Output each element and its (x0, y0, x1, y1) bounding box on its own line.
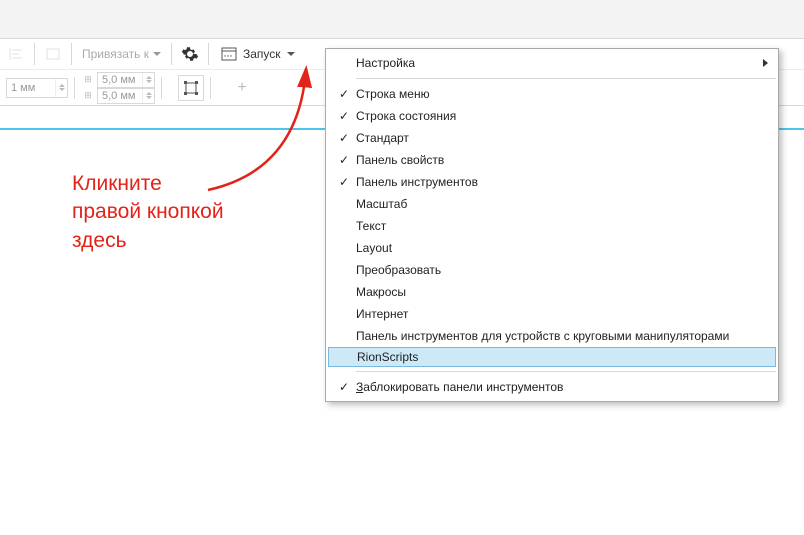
snap-dropdown[interactable]: Привязать к (78, 42, 165, 66)
nudge-group: ⊞ 5,0 мм ⊞ 5,0 мм (81, 72, 155, 104)
menu-item[interactable]: Преобразовать (326, 259, 778, 281)
menu-label: Layout (356, 241, 760, 255)
nudge-x-input[interactable]: 5,0 мм (97, 72, 155, 88)
chevron-right-icon (763, 59, 768, 67)
menu-item[interactable]: ✓Строка меню (326, 83, 778, 105)
menu-item[interactable]: ✓Панель инструментов (326, 171, 778, 193)
menu-label: RionScripts (357, 350, 757, 364)
snap-label: Привязать к (82, 47, 149, 61)
nudge-y-value: 5,0 мм (102, 90, 142, 102)
stepper-arrows[interactable] (142, 73, 154, 87)
rectangle-icon[interactable] (41, 42, 65, 66)
menu-item[interactable]: ✓Строка состояния (326, 105, 778, 127)
checkmark-icon: ✓ (332, 87, 356, 101)
unit-value: 1 мм (11, 82, 55, 94)
stepper-arrows[interactable] (55, 79, 67, 97)
plus-icon[interactable]: + (229, 75, 255, 101)
menu-lock-toolbars[interactable]: ✓ Заблокировать панели инструментов (326, 376, 778, 398)
menu-customize[interactable]: Настройка (326, 52, 778, 74)
menu-item[interactable]: ✓Панель свойств (326, 149, 778, 171)
menu-label: Панель свойств (356, 153, 760, 167)
menu-label: Панель инструментов (356, 175, 760, 189)
nudge-y-icon: ⊞ (81, 90, 95, 101)
separator (161, 77, 162, 99)
stepper-arrows[interactable] (142, 89, 154, 103)
hint-line-1: Кликните (72, 170, 224, 198)
menu-item[interactable]: Интернет (326, 303, 778, 325)
checkmark-icon: ✓ (332, 380, 356, 394)
title-bar-area (0, 0, 804, 38)
menu-item[interactable]: Макросы (326, 281, 778, 303)
hint-line-3: здесь (72, 227, 224, 255)
chevron-down-icon (153, 52, 161, 56)
separator (74, 77, 75, 99)
menu-item[interactable]: Текст (326, 215, 778, 237)
frame-icon[interactable] (178, 75, 204, 101)
launch-button[interactable]: Запуск (215, 42, 301, 66)
menu-label: Заблокировать панели инструментов (356, 380, 760, 394)
menu-separator (356, 78, 776, 79)
menu-item[interactable]: Панель инструментов для устройств с круг… (326, 325, 778, 347)
hint-annotation: Кликните правой кнопкой здесь (72, 170, 224, 255)
menu-label: Масштаб (356, 197, 760, 211)
checkmark-icon: ✓ (332, 109, 356, 123)
menu-label: Интернет (356, 307, 760, 321)
separator (71, 43, 72, 65)
launch-label: Запуск (243, 47, 281, 61)
app-window-icon (221, 46, 237, 62)
nudge-x-value: 5,0 мм (102, 74, 142, 86)
menu-label: Панель инструментов для устройств с круг… (356, 329, 760, 343)
checkmark-icon: ✓ (332, 175, 356, 189)
menu-separator (356, 371, 776, 372)
hint-line-2: правой кнопкой (72, 198, 224, 226)
unit-input-1[interactable]: 1 мм (6, 78, 68, 98)
menu-item[interactable]: ✓Стандарт (326, 127, 778, 149)
chevron-down-icon (287, 52, 295, 56)
menu-label: Текст (356, 219, 760, 233)
menu-rionscripts[interactable]: RionScripts (328, 347, 776, 367)
toolbar-context-menu: Настройка ✓Строка меню✓Строка состояния✓… (325, 48, 779, 402)
nudge-x-icon: ⊞ (81, 74, 95, 85)
menu-label: Настройка (356, 56, 760, 70)
separator (210, 77, 211, 99)
gear-icon[interactable] (178, 42, 202, 66)
align-left-icon[interactable] (4, 42, 28, 66)
menu-label: Строка состояния (356, 109, 760, 123)
menu-label: Преобразовать (356, 263, 760, 277)
checkmark-icon: ✓ (332, 131, 356, 145)
menu-label: Стандарт (356, 131, 760, 145)
menu-label: Макросы (356, 285, 760, 299)
separator (34, 43, 35, 65)
separator (171, 43, 172, 65)
nudge-y-input[interactable]: 5,0 мм (97, 88, 155, 104)
menu-label: Строка меню (356, 87, 760, 101)
menu-item[interactable]: Масштаб (326, 193, 778, 215)
checkmark-icon: ✓ (332, 153, 356, 167)
separator (208, 43, 209, 65)
menu-item[interactable]: Layout (326, 237, 778, 259)
